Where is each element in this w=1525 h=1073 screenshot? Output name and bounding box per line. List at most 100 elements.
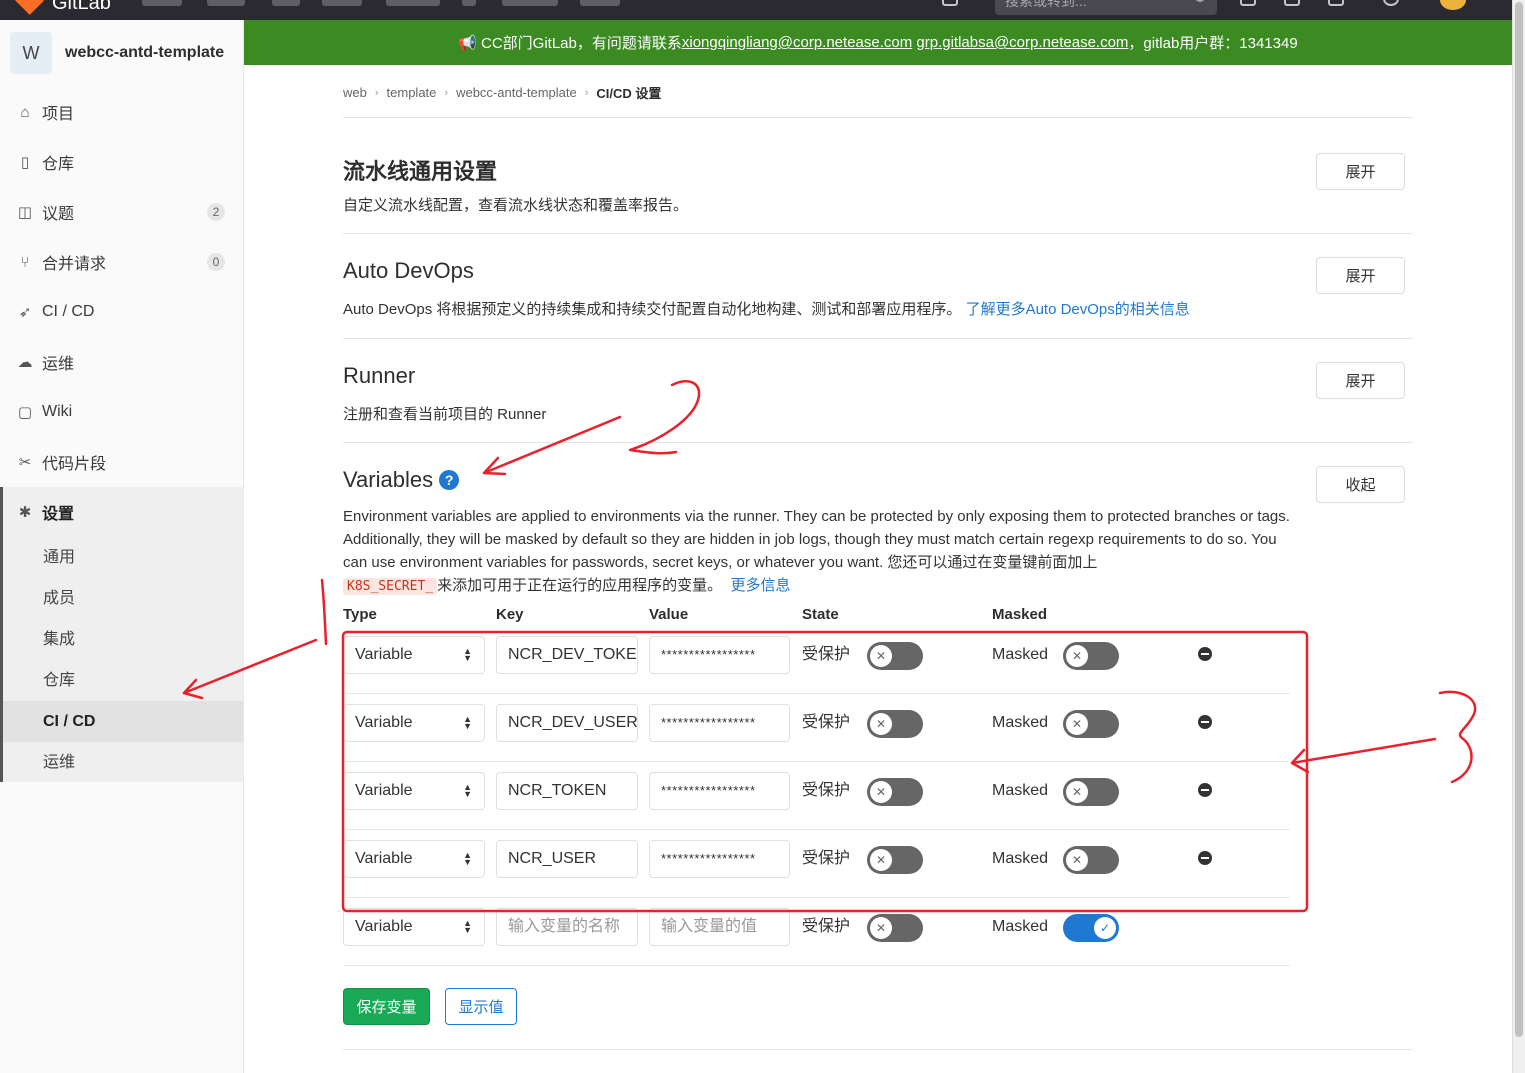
reveal-values-button[interactable]: 显示值 (445, 988, 517, 1025)
column-header-state: State (802, 606, 839, 623)
nav-activity[interactable] (272, 0, 300, 6)
submenu-item-general[interactable]: 通用 (43, 537, 243, 578)
masked-toggle[interactable]: ✕ (1063, 846, 1119, 874)
variable-type-select[interactable]: Variable ▲ ▼ (343, 772, 485, 810)
variables-desc-text: Environment variables are applied to env… (343, 508, 1290, 571)
pipeline-expand-button[interactable]: 展开 (1316, 153, 1405, 190)
variable-value-input[interactable]: ***************** (649, 772, 790, 810)
project-name[interactable]: webcc-antd-template (65, 44, 224, 62)
check-icon: ✓ (1094, 917, 1116, 939)
banner-email-link-1[interactable]: xiongqingliang@corp.netease.com (682, 34, 912, 51)
nav-help-center[interactable] (502, 0, 558, 6)
remove-variable-icon[interactable] (1198, 851, 1212, 865)
protected-toggle[interactable]: ✕ (867, 846, 923, 874)
protected-toggle[interactable]: ✕ (867, 778, 923, 806)
masked-toggle[interactable]: ✕ (1063, 710, 1119, 738)
help-icon[interactable] (1383, 0, 1399, 6)
breadcrumb-project[interactable]: webcc-antd-template (456, 85, 577, 100)
remove-variable-icon[interactable] (1198, 647, 1212, 661)
submenu-item-integrations[interactable]: 集成 (43, 619, 243, 660)
nav-groups-menu[interactable] (207, 0, 245, 6)
variable-row: Variable ▲ ▼ NCR_DEV_TOKEN ***************… (343, 626, 1290, 694)
nav-projects-menu[interactable] (142, 0, 182, 6)
sidebar-item-issues[interactable]: ◫ 议题 2 (0, 192, 243, 232)
sidebar-item-ci-cd[interactable]: ➶ CI / CD (0, 292, 243, 332)
nav-snippets[interactable] (386, 0, 440, 6)
protected-toggle[interactable]: ✕ (867, 642, 923, 670)
user-avatar[interactable] (1440, 0, 1466, 10)
variable-key-input[interactable]: NCR_TOKEN (496, 772, 638, 810)
todo-icon[interactable] (1328, 0, 1344, 6)
submenu-item-repository[interactable]: 仓库 (43, 660, 243, 701)
variable-type-select[interactable]: Variable ▲ ▼ (343, 908, 485, 946)
sidebar-item-wiki[interactable]: ▢ Wiki (0, 392, 243, 432)
sidebar-item-snippets[interactable]: ✂ 代码片段 (0, 442, 243, 482)
auto-devops-desc: Auto DevOps 将根据预定义的持续集成和持续交付配置自动化地构建、测试和… (343, 298, 1190, 319)
issues-icon[interactable] (1240, 0, 1256, 6)
sidebar-item-label: 合并请求 (42, 256, 107, 273)
divider (343, 442, 1412, 443)
breadcrumb-template[interactable]: template (387, 85, 437, 100)
sidebar-item-project[interactable]: ⌂ 项目 (0, 92, 243, 132)
sidebar-item-settings[interactable]: ✱ 设置 (0, 487, 243, 537)
new-variable-value-input[interactable]: 输入变量的值 (649, 908, 790, 946)
variable-value-input[interactable]: ***************** (649, 704, 790, 742)
nav-milestones[interactable] (322, 0, 362, 6)
variable-type-select[interactable]: Variable ▲ ▼ (343, 704, 485, 742)
close-icon: ✕ (1066, 849, 1088, 871)
search-input[interactable]: 搜索或转到... (995, 0, 1217, 15)
breadcrumb-current[interactable]: CI/CD 设置 (596, 83, 661, 102)
gitlab-brand[interactable]: GitLab (52, 0, 111, 15)
remove-variable-icon[interactable] (1198, 783, 1212, 797)
variables-more-info-link[interactable]: 更多信息 (730, 577, 790, 594)
variable-type-select[interactable]: Variable ▲ ▼ (343, 636, 485, 674)
protected-toggle[interactable]: ✕ (867, 710, 923, 738)
annotation-arrow-rows (1290, 737, 1437, 765)
variable-key-input[interactable]: NCR_DEV_USER (496, 704, 638, 742)
submenu-item-ci-cd[interactable]: CI / CD (3, 701, 243, 742)
sidebar-item-label: 仓库 (42, 156, 75, 173)
project-avatar: W (10, 32, 52, 74)
sidebar-item-operations[interactable]: ☁ 运维 (0, 342, 243, 382)
variable-value-input[interactable]: ***************** (649, 840, 790, 878)
masked-toggle[interactable]: ✓ (1063, 914, 1119, 942)
variable-key-input[interactable]: NCR_DEV_TOKEN (496, 636, 638, 674)
submenu-item-members[interactable]: 成员 (43, 578, 243, 619)
help-question-icon[interactable]: ? (439, 470, 460, 490)
project-header[interactable]: W webcc-antd-template (10, 32, 224, 74)
nav-feedback[interactable] (580, 0, 620, 6)
masked-toggle[interactable]: ✕ (1063, 778, 1119, 806)
nav-chart-icon[interactable] (462, 0, 476, 6)
variables-collapse-button[interactable]: 收起 (1316, 466, 1405, 503)
variable-type-select[interactable]: Variable ▲ ▼ (343, 840, 485, 878)
sidebar-item-label: 项目 (42, 106, 75, 123)
variable-value-input[interactable]: ***************** (649, 636, 790, 674)
scrollbar-thumb[interactable] (1515, 2, 1523, 1037)
sidebar-item-label: Wiki (42, 403, 73, 420)
save-variables-button[interactable]: 保存变量 (343, 988, 430, 1025)
gitlab-logo-icon[interactable] (14, 0, 44, 15)
auto-devops-expand-button[interactable]: 展开 (1316, 257, 1405, 294)
protected-toggle[interactable]: ✕ (867, 914, 923, 942)
variable-row: Variable ▲ ▼ NCR_USER ***************** 受保… (343, 830, 1290, 898)
breadcrumb-web[interactable]: web (343, 85, 367, 100)
select-caret-icon: ▲ ▼ (463, 918, 472, 935)
variable-key-input[interactable]: NCR_USER (496, 840, 638, 878)
runner-expand-button[interactable]: 展开 (1316, 362, 1405, 399)
divider (343, 1049, 1412, 1050)
sidebar-item-merge-requests[interactable]: ⑂ 合并请求 0 (0, 242, 243, 282)
sidebar-item-label: 议题 (42, 206, 75, 223)
plus-icon[interactable] (942, 0, 958, 6)
merge-request-icon[interactable] (1284, 0, 1300, 6)
sidebar-item-repository[interactable]: ▯ 仓库 (0, 142, 243, 182)
page-scrollbar[interactable] (1512, 0, 1525, 1073)
settings-icon: ✱ (18, 504, 32, 521)
new-variable-key-input[interactable]: 输入变量的名称 (496, 908, 638, 946)
remove-variable-icon[interactable] (1198, 715, 1212, 729)
auto-devops-learn-more-link[interactable]: 了解更多Auto DevOps的相关信息 (966, 301, 1190, 318)
banner-email-link-2[interactable]: grp.gitlabsa@corp.netease.com (916, 34, 1128, 51)
submenu-item-operations[interactable]: 运维 (43, 742, 243, 783)
masked-toggle[interactable]: ✕ (1063, 642, 1119, 670)
settings-submenu: 通用 成员 集成 仓库 CI / CD 运维 (0, 537, 243, 782)
annotation-number-3 (1438, 690, 1477, 784)
